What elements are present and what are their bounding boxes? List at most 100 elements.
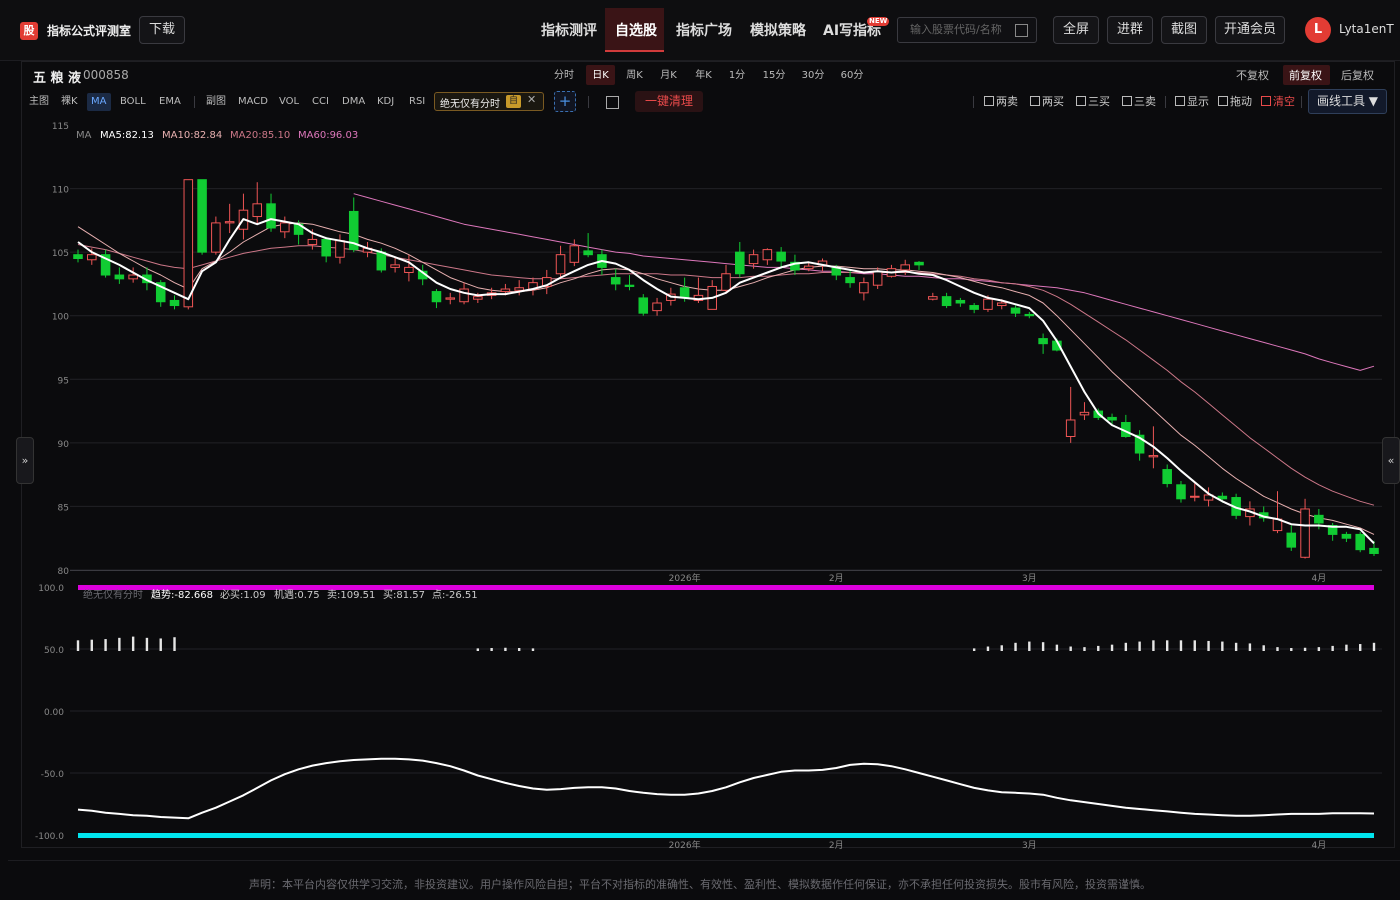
candle-body <box>500 288 511 293</box>
x-tick-label: 3月 <box>1022 840 1037 851</box>
sub-bar <box>1331 645 1334 651</box>
ma-legend-item: MA20:85.10 <box>230 130 290 141</box>
sub-bar <box>1110 644 1114 651</box>
sub-bar <box>490 648 493 651</box>
sub-legend-item: 点:-26.51 <box>432 589 478 601</box>
y-tick-label: 110 <box>52 186 69 196</box>
candle-body <box>955 299 966 304</box>
sub-bar <box>1234 642 1238 651</box>
sub-bar <box>1138 641 1141 651</box>
candle-body <box>321 238 331 257</box>
candle-body <box>128 274 138 280</box>
candle-body <box>996 302 1007 307</box>
candle-body <box>445 297 456 300</box>
sub-bar <box>517 648 521 651</box>
right-panel-toggle[interactable]: « <box>1382 437 1400 484</box>
candle-body <box>1024 313 1035 317</box>
sub-bar <box>1124 642 1128 651</box>
sub-bar <box>972 648 976 651</box>
candle-body <box>803 265 814 270</box>
candle-body <box>1107 416 1117 421</box>
candle-body <box>762 249 773 261</box>
left-panel-toggle[interactable]: » <box>16 437 34 484</box>
y-tick-label: -100.0 <box>35 832 64 842</box>
y-tick-label: 100 <box>52 313 69 323</box>
candle-body <box>569 245 580 263</box>
candle-body <box>87 254 97 261</box>
candle-body <box>1300 508 1310 558</box>
candle-body <box>431 291 442 303</box>
candle-body <box>73 254 83 260</box>
sub-bar <box>1028 641 1031 651</box>
y-tick-label: 0.00 <box>44 708 64 718</box>
sub-bar <box>1262 645 1265 651</box>
sub-bar <box>104 639 107 651</box>
footer-divider <box>8 860 1400 861</box>
sub-bar <box>1290 648 1293 651</box>
sub-bar <box>504 647 507 651</box>
ma-legend-label: MA <box>76 130 92 141</box>
candle-body <box>1369 547 1379 554</box>
candle-body <box>1341 533 1352 539</box>
sub-bar <box>1372 642 1376 651</box>
ma-legend-item: MA10:82.84 <box>162 130 222 141</box>
candle-body <box>969 305 979 310</box>
candle-body <box>610 277 621 285</box>
candle-body <box>735 251 745 275</box>
candle-body <box>376 251 387 271</box>
kline-chart[interactable]: 115 110 105 100 95 90 85 80 2026年 2026年 2月 2月 3月 3月 4月… <box>0 0 1400 860</box>
candle-body <box>652 302 662 312</box>
sub-legend-name: 绝无仅有分时 <box>83 588 143 601</box>
candle-body <box>845 277 855 284</box>
y-tick-label: 50.0 <box>44 646 64 656</box>
candle-body <box>169 299 180 307</box>
candle-body <box>390 264 400 268</box>
sub-bar <box>1359 644 1362 651</box>
candle-body <box>1314 514 1324 524</box>
candle-body <box>1189 495 1200 498</box>
sub-bar <box>1041 642 1045 651</box>
sub-bar <box>531 648 535 651</box>
sub-legend-item: 趋势:-82.668 <box>151 588 213 601</box>
sub-trend-line <box>77 757 1375 820</box>
sub-bar <box>76 640 80 651</box>
candle-body <box>1217 495 1228 500</box>
sub-bar <box>1276 647 1279 651</box>
candle-body <box>114 274 125 280</box>
candle-body <box>211 222 221 253</box>
sub-bar <box>1083 647 1086 651</box>
candle-body <box>183 179 194 308</box>
sub-bar <box>173 637 176 651</box>
x-tick-label: 3月 <box>1022 573 1037 584</box>
candle-body <box>280 222 290 233</box>
candle-body <box>1038 338 1048 345</box>
y-tick-label: 105 <box>52 249 69 259</box>
sub-bar <box>1165 640 1169 651</box>
candle-body <box>197 179 207 253</box>
sub-bar <box>1207 640 1210 651</box>
candle-body <box>679 287 690 299</box>
x-tick-label: 2026年 <box>669 572 701 584</box>
x-tick-label: 2月 <box>829 840 844 851</box>
candle-body <box>983 298 993 310</box>
x-tick-label: 4月 <box>1311 573 1326 584</box>
sub-bar <box>1014 642 1017 651</box>
sub-bar <box>145 637 149 651</box>
candle-body <box>748 254 759 265</box>
x-tick-label: 2月 <box>829 573 844 584</box>
sub-legend-item: 必买:1.09 <box>220 588 266 601</box>
sub-top-band <box>78 585 1374 590</box>
sub-bar <box>1317 647 1321 651</box>
candle-body <box>776 251 786 262</box>
candle-body <box>555 254 566 275</box>
candle-body <box>307 238 318 246</box>
candle-body <box>1010 307 1021 314</box>
candle-body <box>1162 469 1172 485</box>
y-tick-label: 95 <box>58 376 69 386</box>
sub-bar <box>118 637 121 651</box>
sub-bar <box>986 646 990 651</box>
sub-legend-item: 买:81.57 <box>383 589 425 601</box>
sub-bar <box>1221 641 1224 651</box>
sub-bar <box>1193 640 1196 651</box>
candle-body <box>914 261 924 266</box>
